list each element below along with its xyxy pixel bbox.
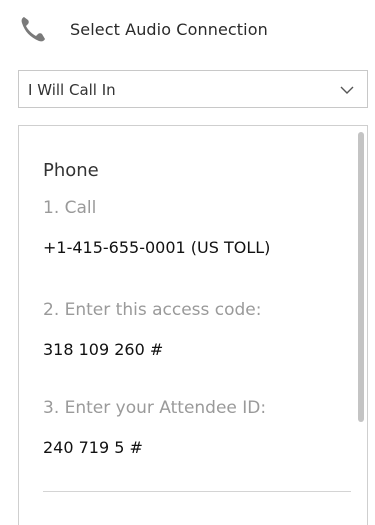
scrollbar-thumb[interactable] xyxy=(358,132,364,422)
dial-in-panel: Phone 1. Call +1-415-655-0001 (US TOLL) … xyxy=(18,125,368,525)
step-call-label: 1. Call xyxy=(43,198,97,218)
audio-connection-select[interactable]: I Will Call In xyxy=(18,70,368,108)
header-title: Select Audio Connection xyxy=(70,20,268,39)
attendee-id: 240 719 5 # xyxy=(43,438,143,457)
access-code: 318 109 260 # xyxy=(43,340,164,359)
audio-connection-header: Select Audio Connection xyxy=(0,0,375,62)
chevron-down-icon xyxy=(340,86,354,94)
phone-heading: Phone xyxy=(43,160,99,181)
step-attendee-id-label: 3. Enter your Attendee ID: xyxy=(43,398,267,418)
phone-number: +1-415-655-0001 (US TOLL) xyxy=(43,238,271,257)
phone-icon xyxy=(21,17,45,42)
select-value: I Will Call In xyxy=(28,81,116,99)
step-access-code-label: 2. Enter this access code: xyxy=(43,300,262,320)
divider xyxy=(43,491,351,492)
